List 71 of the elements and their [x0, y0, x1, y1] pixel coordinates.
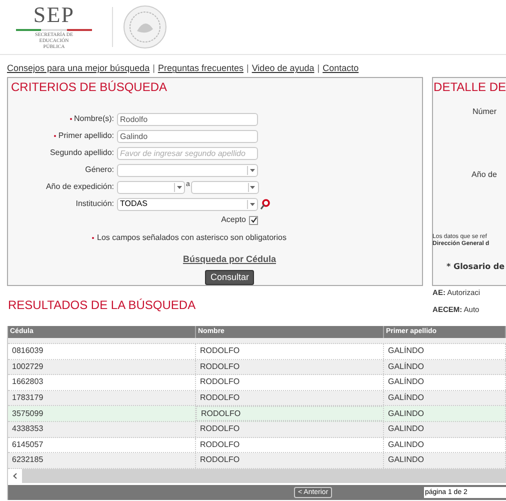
dropdown-arrow-icon[interactable]: [250, 202, 254, 206]
table-cell: RODOLFO: [196, 438, 384, 452]
table-cell: RODOLFO: [196, 360, 384, 374]
table-row[interactable]: 3575099 RODOLFO GALINDO: [8, 406, 506, 422]
seal-icon: [123, 5, 167, 49]
dropdown-arrow-icon[interactable]: [250, 168, 254, 172]
table-cell: GALÍNDO: [384, 344, 506, 359]
select-field[interactable]: TODAS: [117, 198, 258, 210]
table-cell: GALÍNDO: [384, 375, 506, 390]
logo-text: SEP: [33, 3, 75, 27]
dropdown-arrow-icon[interactable]: [250, 186, 256, 188]
accept-checkbox[interactable]: [249, 216, 258, 224]
table-row[interactable]: 1662803 RODOLFO GALÍNDO: [8, 375, 506, 391]
table-cell: 1662803: [8, 375, 196, 390]
text-field[interactable]: Galindo: [117, 130, 258, 142]
table-cell: 6232185: [8, 453, 196, 468]
field-label: Primer apellido:: [58, 130, 114, 142]
select-field[interactable]: [117, 180, 185, 194]
panel-title: CRITERIOS DE BÚSQUEDA: [10, 79, 168, 95]
link-separator: |: [246, 62, 249, 76]
table-cell: RODOLFO: [196, 406, 384, 421]
table-cell: GALINDO: [384, 406, 506, 421]
field-label: Nombre(s):: [74, 113, 114, 125]
table-cell: GALÍNDO: [384, 360, 506, 374]
table-cell: 6145057: [8, 438, 196, 452]
table-row[interactable]: 0816039 RODOLFO GALÍNDO: [8, 344, 506, 360]
results-title: RESULTADOS DE LA BÚSQUEDA: [8, 298, 196, 313]
glossary-title: * Glosario de: [446, 262, 506, 272]
detail-label: Año de: [470, 170, 498, 180]
required-note: Los campos señalados con asterisco son obligatorios: [97, 232, 286, 244]
select-field[interactable]: [190, 180, 259, 194]
table-cell: GALINDO: [384, 453, 506, 468]
link-separator: |: [317, 62, 320, 76]
select-field[interactable]: [117, 164, 258, 176]
help-link[interactable]: Video de ayuda: [252, 62, 314, 76]
field-label: Género:: [85, 164, 114, 176]
table-cell: 0816039: [8, 344, 196, 359]
table-cell: 1783179: [8, 390, 196, 406]
table-row[interactable]: 1002729 RODOLFO GALÍNDO: [8, 360, 506, 376]
table-row[interactable]: 4338353 RODOLFO GALINDO: [8, 422, 506, 438]
dropdown-arrow-icon[interactable]: [176, 186, 182, 188]
table-cell: RODOLFO: [196, 375, 384, 390]
search-icon[interactable]: [260, 198, 270, 210]
checkbox-label: Acepto: [221, 214, 246, 226]
field-label: Segundo apellido:: [50, 147, 114, 159]
table-cell: RODOLFO: [196, 390, 384, 406]
cedula-search-link[interactable]: Búsqueda por Cédula: [182, 253, 276, 266]
table-cell: 1002729: [8, 360, 196, 374]
table-cell: 4338353: [8, 422, 196, 437]
help-link[interactable]: Contacto: [322, 62, 359, 76]
panel-title: DETALLE DE: [432, 79, 506, 95]
table-cell: RODOLFO: [196, 344, 384, 359]
field-label: Institución:: [76, 198, 114, 210]
help-link[interactable]: Consejos para una mejor búsqueda: [7, 62, 150, 76]
table-cell: GALINDO: [384, 422, 506, 437]
detail-label: Númer: [472, 107, 498, 117]
field-label: Año de expedición:: [46, 181, 114, 193]
link-separator: |: [152, 62, 155, 76]
horizontal-scrollbar[interactable]: [8, 468, 506, 483]
help-link[interactable]: Preguntas frecuentes: [158, 62, 244, 76]
table-cell: RODOLFO: [196, 422, 384, 437]
table-row[interactable]: 6232185 RODOLFO GALINDO: [8, 453, 506, 469]
table-row[interactable]: 1783179 RODOLFO GALÍNDO: [8, 390, 506, 406]
table-cell: GALINDO: [384, 438, 506, 452]
text-field[interactable]: Favor de ingresar segundo apellido: [117, 146, 258, 160]
table-cell: 3575099: [8, 406, 196, 421]
table-cell: RODOLFO: [196, 453, 384, 468]
table-row[interactable]: 6145057 RODOLFO GALINDO: [8, 438, 506, 454]
table-cell: GALÍNDO: [384, 390, 506, 406]
submit-button[interactable]: Consultar: [205, 270, 254, 284]
text-field[interactable]: Rodolfo: [117, 112, 258, 126]
